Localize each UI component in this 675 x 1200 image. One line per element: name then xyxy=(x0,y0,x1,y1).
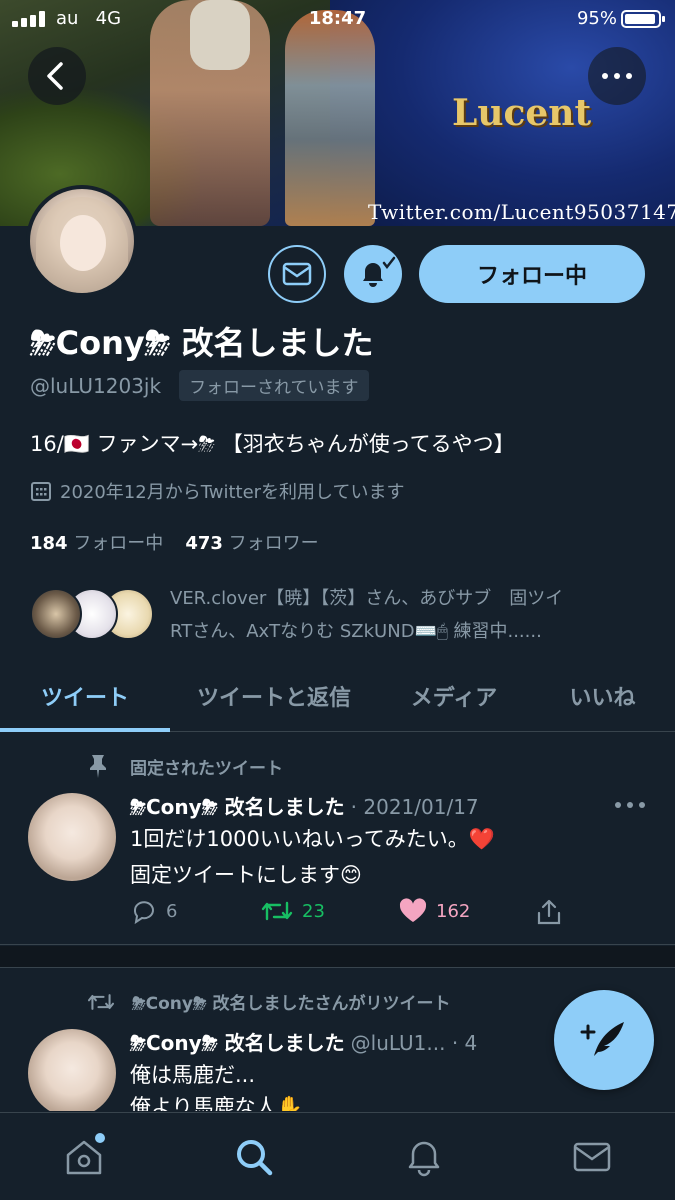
pinned-tweet[interactable]: 固定されたツイート ⛈Cony⛈ 改名しました · 2021/01/17 1回だ… xyxy=(0,733,675,945)
new-content-dot xyxy=(95,1133,105,1143)
back-arrow-icon xyxy=(47,62,63,90)
compose-icon xyxy=(580,1022,624,1056)
banner-logo-text: Lucent xyxy=(452,92,592,134)
profile-bio: 16/🇯🇵 ファンマ→⛈ 【羽衣ちゃんが使ってるやつ】 xyxy=(30,432,515,456)
tweet-author: ⛈Cony⛈ 改名しました xyxy=(130,1031,345,1055)
following-count: 184 xyxy=(30,533,68,554)
followers-count: 473 xyxy=(185,533,223,554)
nav-notifications[interactable] xyxy=(402,1135,446,1179)
battery-icon xyxy=(621,10,665,28)
tab-tweets[interactable]: ツイート xyxy=(0,660,170,732)
followed-by-text: VER.clover【暁】【茨】さん、あびサブ 固ツイ RTさん、AxTなりむ … xyxy=(170,588,564,642)
tweet-handle-date: @luLU1... · 4 xyxy=(350,1031,478,1055)
handle-row: @luLU1203jk フォローされています xyxy=(30,370,369,401)
battery-percent: 95% xyxy=(576,8,617,29)
more-dots-icon xyxy=(602,73,632,79)
banner-watermark: Twitter.com/Lucent95037147 xyxy=(368,200,675,224)
profile-avatar[interactable] xyxy=(26,185,138,297)
status-bar: au 4G 18:47 95% xyxy=(0,0,675,40)
message-button[interactable] xyxy=(268,245,326,303)
pinned-label: 固定されたツイート xyxy=(86,753,283,779)
tweet-date: · 2021/01/17 xyxy=(350,795,479,819)
nav-messages[interactable] xyxy=(570,1135,614,1179)
user-handle: @luLU1203jk xyxy=(30,373,162,398)
followed-by-section[interactable]: VER.clover【暁】【茨】さん、あびサブ 固ツイ RTさん、AxTなりむ … xyxy=(30,582,650,642)
banner-figure-right xyxy=(285,10,375,226)
nav-search[interactable] xyxy=(232,1135,276,1179)
profile-tabs: ツイート ツイートと返信 メディア いいね xyxy=(0,660,675,732)
notifications-icon xyxy=(408,1141,440,1177)
heart-icon xyxy=(399,898,427,922)
retweet-button[interactable]: 23 xyxy=(260,897,325,925)
display-name: ⛈Cony⛈ 改名しました xyxy=(30,324,374,362)
tweet-avatar[interactable] xyxy=(28,793,116,881)
mail-icon xyxy=(282,262,312,286)
joined-text: 2020年12月からTwitterを利用しています xyxy=(60,482,405,503)
tweet-text: 1回だけ1000いいねいってみたい。❤️ 固定ツイートにします😊 xyxy=(130,827,495,887)
compose-tweet-button[interactable] xyxy=(554,990,654,1090)
tweet-text: 俺は馬鹿だ... 俺より馬鹿な人✋ xyxy=(130,1063,303,1111)
tab-likes[interactable]: いいね xyxy=(530,660,675,731)
tweet-actions: 6 23 162 xyxy=(130,897,650,931)
tweet-avatar[interactable] xyxy=(28,1029,116,1111)
tab-tweets-replies[interactable]: ツイートと返信 xyxy=(170,660,378,731)
tab-media[interactable]: メディア xyxy=(378,660,530,731)
like-count: 162 xyxy=(436,900,471,922)
bell-icon xyxy=(363,256,396,287)
tweet-separator xyxy=(0,946,675,968)
follows-you-badge: フォローされています xyxy=(179,370,369,401)
pin-icon xyxy=(90,755,106,778)
joined-date: 2020年12月からTwitterを利用しています xyxy=(30,478,405,504)
following-stat[interactable]: 184 フォロー中 xyxy=(30,529,163,555)
bottom-nav xyxy=(0,1112,675,1200)
tweet-header: ⛈Cony⛈ 改名しました · 2021/01/17 xyxy=(130,791,479,820)
share-button[interactable] xyxy=(534,897,564,927)
reply-count: 6 xyxy=(166,900,178,922)
messages-icon xyxy=(573,1142,611,1172)
followers-stat[interactable]: 473 フォロワー xyxy=(185,529,318,555)
search-icon xyxy=(237,1140,273,1176)
retweet-count: 23 xyxy=(302,900,325,922)
more-button[interactable] xyxy=(588,47,646,105)
follower-avatar xyxy=(30,588,82,640)
tweet-author: ⛈Cony⛈ 改名しました xyxy=(130,795,345,819)
like-button[interactable]: 162 xyxy=(398,897,470,925)
calendar-icon xyxy=(31,482,51,501)
reply-icon xyxy=(133,901,154,925)
reply-button[interactable]: 6 xyxy=(130,897,177,925)
retweet-context: ⛈Cony⛈ 改名しましたさんがリツイート xyxy=(86,989,450,1014)
retweet-icon xyxy=(87,993,115,1010)
following-button[interactable]: フォロー中 xyxy=(419,245,645,303)
share-icon xyxy=(537,899,561,925)
tweet-header: ⛈Cony⛈ 改名しました @luLU1... · 4 xyxy=(130,1027,477,1056)
tweet-more-icon[interactable] xyxy=(612,795,648,815)
follow-stats: 184 フォロー中 473 フォロワー xyxy=(30,529,319,555)
nav-home[interactable] xyxy=(62,1133,106,1179)
notification-button[interactable] xyxy=(344,245,402,303)
retweet-icon xyxy=(261,901,293,921)
status-time: 18:47 xyxy=(308,8,367,29)
back-button[interactable] xyxy=(28,47,86,105)
